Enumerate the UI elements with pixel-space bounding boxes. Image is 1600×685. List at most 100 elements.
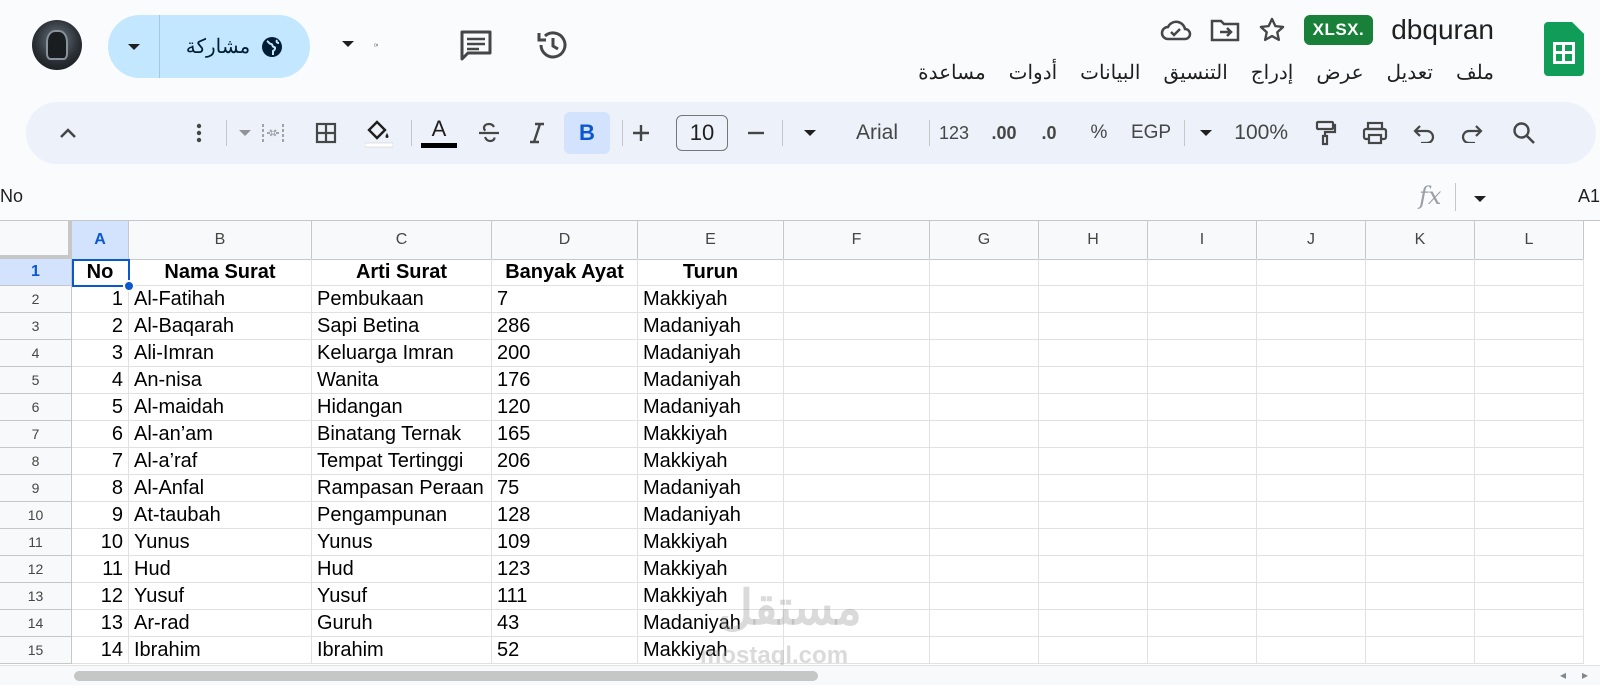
table-cell[interactable] (930, 529, 1039, 556)
table-cell[interactable] (1475, 448, 1584, 475)
table-cell[interactable] (1148, 286, 1257, 313)
table-cell[interactable] (1257, 313, 1366, 340)
table-cell[interactable] (784, 367, 930, 394)
table-cell[interactable] (1257, 529, 1366, 556)
fill-color-button[interactable] (359, 112, 399, 154)
table-cell[interactable] (784, 475, 930, 502)
table-cell[interactable]: Binatang Ternak (312, 421, 492, 448)
collapse-toolbar-button[interactable] (52, 112, 84, 154)
table-cell[interactable]: Al-Anfal (129, 475, 312, 502)
table-cell[interactable] (930, 556, 1039, 583)
header-cell-col-e[interactable]: Turun (638, 259, 784, 286)
text-color-button[interactable]: A (419, 112, 459, 154)
table-cell[interactable] (1148, 637, 1257, 664)
table-cell[interactable]: 200 (492, 340, 638, 367)
font-family-select[interactable]: Arial (796, 112, 906, 154)
print-button[interactable] (1356, 112, 1394, 154)
table-cell[interactable]: 3 (72, 340, 129, 367)
table-cell[interactable]: 75 (492, 475, 638, 502)
table-cell[interactable] (1039, 475, 1148, 502)
table-cell[interactable]: Madaniyah (638, 475, 784, 502)
move-folder-icon[interactable] (1210, 18, 1240, 42)
table-cell[interactable] (1257, 637, 1366, 664)
table-cell[interactable]: Yusuf (312, 583, 492, 610)
table-cell[interactable]: 10 (72, 529, 129, 556)
meet-button[interactable] (338, 25, 378, 65)
table-cell[interactable] (784, 448, 930, 475)
row-header[interactable]: 8 (0, 448, 72, 475)
column-header-f[interactable]: F (784, 221, 930, 260)
table-cell[interactable]: Ali-Imran (129, 340, 312, 367)
scrollbar-thumb[interactable] (74, 671, 818, 681)
table-cell[interactable] (1366, 583, 1475, 610)
more-formats-button[interactable]: 123 (934, 112, 974, 154)
table-cell[interactable] (1257, 394, 1366, 421)
table-cell[interactable] (1148, 394, 1257, 421)
comments-button[interactable] (456, 25, 496, 65)
table-cell[interactable] (784, 556, 930, 583)
table-cell[interactable] (930, 475, 1039, 502)
table-cell[interactable] (1475, 583, 1584, 610)
table-cell[interactable]: Tempat Tertinggi (312, 448, 492, 475)
redo-button[interactable] (1456, 112, 1488, 154)
table-cell[interactable] (784, 394, 930, 421)
share-button-group[interactable]: مشاركة (108, 15, 310, 78)
column-header-k[interactable]: K (1366, 221, 1475, 260)
table-cell[interactable] (1148, 340, 1257, 367)
increase-decimal-button[interactable]: .00 (986, 112, 1022, 154)
header-cell-col-i[interactable] (1148, 259, 1257, 286)
table-cell[interactable] (1366, 637, 1475, 664)
table-cell[interactable]: 206 (492, 448, 638, 475)
table-cell[interactable]: Makkiyah (638, 286, 784, 313)
row-header[interactable]: 11 (0, 529, 72, 556)
name-box-dropdown-icon[interactable] (1474, 196, 1486, 202)
table-cell[interactable] (784, 286, 930, 313)
table-cell[interactable] (1475, 610, 1584, 637)
table-cell[interactable]: Madaniyah (638, 367, 784, 394)
table-cell[interactable] (1366, 367, 1475, 394)
bold-button[interactable]: B (564, 112, 610, 154)
column-header-a[interactable]: A (72, 221, 129, 260)
row-header[interactable]: 3 (0, 313, 72, 340)
formula-content[interactable]: No (0, 186, 23, 207)
table-cell[interactable] (1366, 610, 1475, 637)
table-cell[interactable]: 13 (72, 610, 129, 637)
row-header[interactable]: 15 (0, 637, 72, 664)
share-button[interactable]: مشاركة (160, 34, 310, 59)
table-cell[interactable]: 109 (492, 529, 638, 556)
table-cell[interactable]: Yunus (129, 529, 312, 556)
table-cell[interactable] (1366, 448, 1475, 475)
table-cell[interactable]: 14 (72, 637, 129, 664)
table-cell[interactable] (1366, 286, 1475, 313)
percent-format-button[interactable]: % (1084, 112, 1114, 154)
table-cell[interactable] (930, 637, 1039, 664)
table-cell[interactable]: Madaniyah (638, 313, 784, 340)
undo-button[interactable] (1408, 112, 1440, 154)
paint-format-button[interactable] (1308, 112, 1344, 154)
table-cell[interactable] (1148, 475, 1257, 502)
table-cell[interactable] (1257, 448, 1366, 475)
table-cell[interactable] (1257, 421, 1366, 448)
table-cell[interactable] (1366, 421, 1475, 448)
table-cell[interactable]: Rampasan Peraan (312, 475, 492, 502)
table-cell[interactable]: Hud (312, 556, 492, 583)
table-cell[interactable]: Al-Baqarah (129, 313, 312, 340)
table-cell[interactable]: Yusuf (129, 583, 312, 610)
table-cell[interactable] (930, 421, 1039, 448)
table-cell[interactable]: Ibrahim (129, 637, 312, 664)
table-cell[interactable] (784, 340, 930, 367)
table-cell[interactable]: 7 (72, 448, 129, 475)
table-cell[interactable]: An-nisa (129, 367, 312, 394)
table-cell[interactable] (1475, 502, 1584, 529)
table-cell[interactable]: Al-a’raf (129, 448, 312, 475)
table-cell[interactable] (1148, 313, 1257, 340)
table-cell[interactable] (1148, 583, 1257, 610)
table-cell[interactable]: 5 (72, 394, 129, 421)
table-cell[interactable]: 120 (492, 394, 638, 421)
spreadsheet-grid[interactable]: A B C D E F G H I J K L 1 No Nama Surat Arti Surat Banya… (0, 220, 1600, 665)
table-cell[interactable] (1475, 421, 1584, 448)
table-cell[interactable] (930, 610, 1039, 637)
menu-edit[interactable]: تعديل (1387, 60, 1433, 85)
table-cell[interactable]: Madaniyah (638, 394, 784, 421)
row-header[interactable]: 14 (0, 610, 72, 637)
